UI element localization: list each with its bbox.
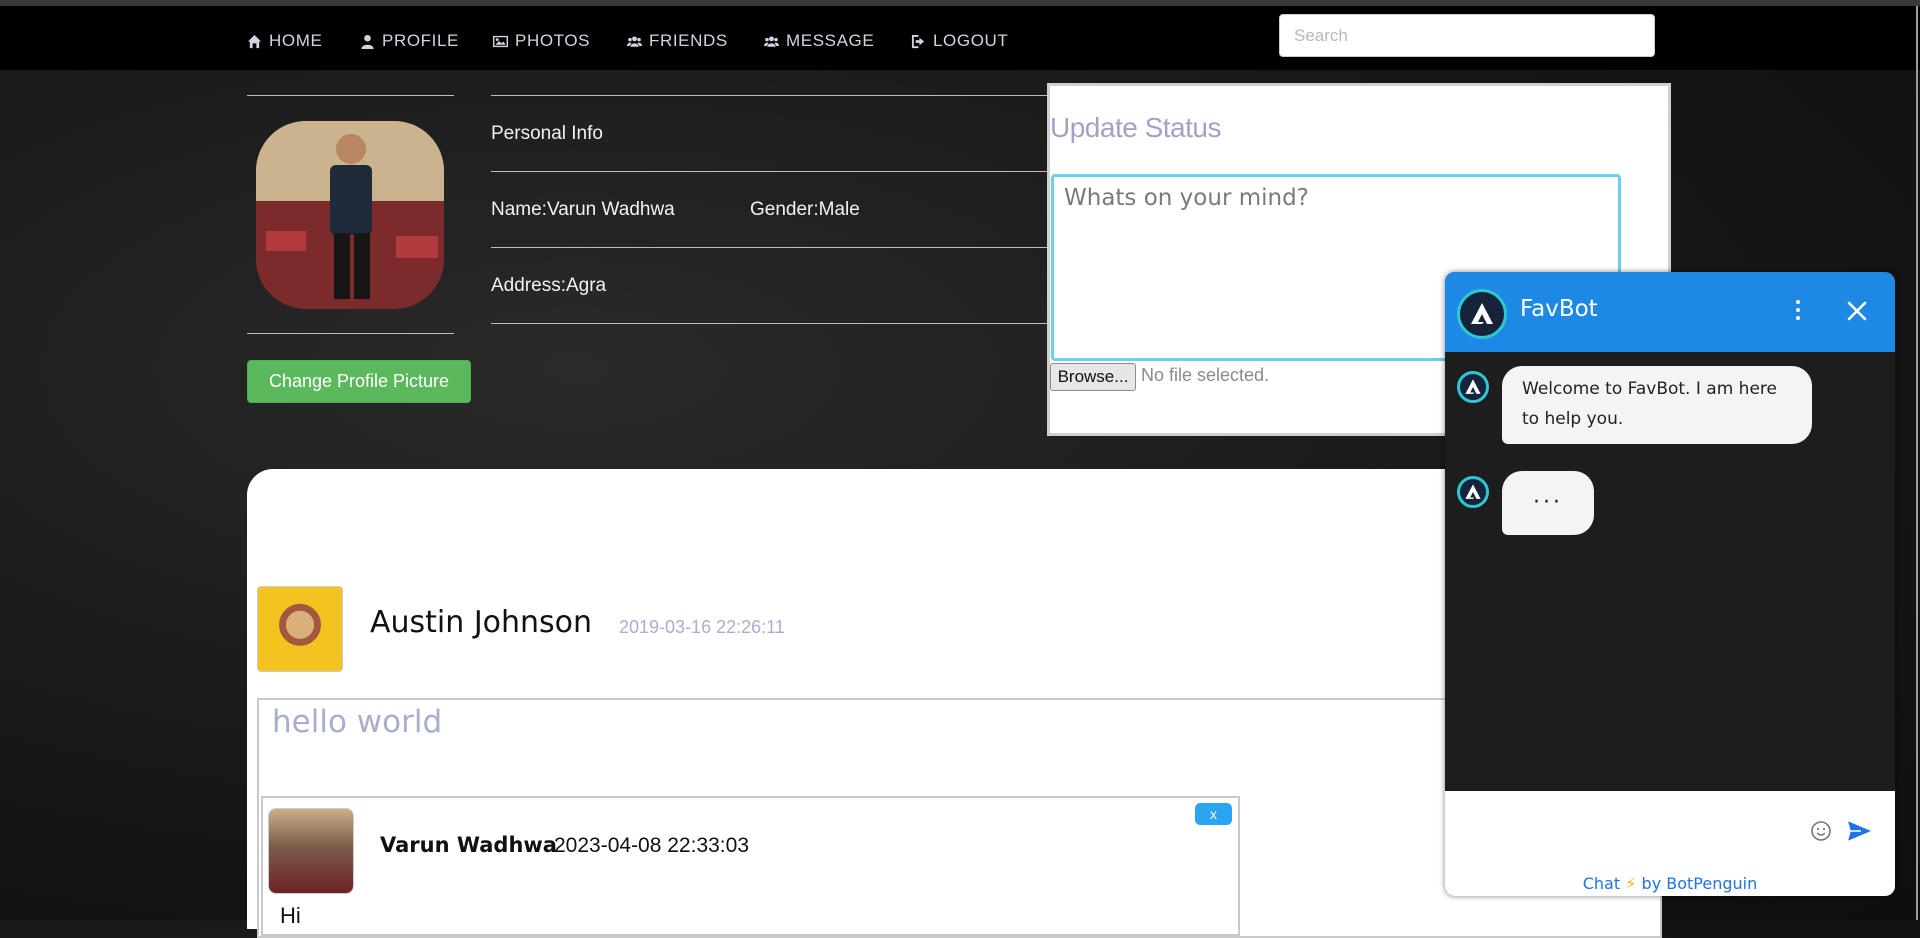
comment-author-avatar[interactable] xyxy=(268,808,354,894)
change-profile-picture-button[interactable]: Change Profile Picture xyxy=(247,360,471,403)
profile-gender: Gender:Male xyxy=(750,199,860,220)
bot-avatar-icon xyxy=(1457,476,1489,508)
user-icon xyxy=(361,34,374,49)
comment-timestamp: 2023-04-08 22:33:03 xyxy=(554,834,749,857)
home-icon xyxy=(247,34,262,48)
chat-input-area: Chat ⚡ by BotPenguin xyxy=(1445,791,1895,896)
nav-logout[interactable]: LOGOUT xyxy=(911,29,1008,53)
info-divider-1 xyxy=(491,95,1051,96)
bot-logo-icon xyxy=(1457,289,1507,339)
lightning-icon: ⚡ xyxy=(1625,874,1637,893)
sign-out-icon xyxy=(911,34,925,48)
post-text: hello world xyxy=(272,704,443,740)
credit-chat-label: Chat xyxy=(1582,874,1621,893)
nav-profile-label: PROFILE xyxy=(382,31,459,50)
nav-home-label: HOME xyxy=(269,31,323,50)
delete-comment-button[interactable]: x xyxy=(1195,803,1232,825)
nav-photos-label: PHOTOS xyxy=(515,31,591,50)
profile-divider-bottom xyxy=(247,333,454,334)
chatbot-credit[interactable]: Chat ⚡ by BotPenguin xyxy=(1445,874,1895,893)
profile-divider-top xyxy=(247,95,454,96)
comment-text: Hi xyxy=(280,903,301,928)
nav-friends[interactable]: FRIENDS xyxy=(627,29,728,53)
nav-logout-label: LOGOUT xyxy=(933,31,1009,50)
profile-photo xyxy=(256,121,444,309)
send-icon[interactable] xyxy=(1845,818,1875,844)
search-input[interactable] xyxy=(1279,14,1655,57)
users-icon xyxy=(627,35,642,47)
chatbot-title: FavBot xyxy=(1520,296,1598,322)
nav-home[interactable]: HOME xyxy=(247,29,322,53)
chatbot-widget: FavBot Welcome to FavBot. I am here to h… xyxy=(1445,272,1895,896)
chatbot-header: FavBot xyxy=(1445,272,1895,352)
comment-author-name[interactable]: Varun Wadhwa xyxy=(380,833,557,857)
personal-info-heading: Personal Info xyxy=(491,123,603,144)
nav-photos[interactable]: PHOTOS xyxy=(493,29,590,53)
typing-indicator-bubble: ··· xyxy=(1502,471,1594,535)
info-divider-3 xyxy=(491,247,1051,248)
bot-message-bubble: Welcome to FavBot. I am here to help you… xyxy=(1502,366,1812,444)
bot-avatar-icon xyxy=(1457,371,1489,403)
credit-brand-label: by BotPenguin xyxy=(1641,874,1758,893)
nav-message[interactable]: MESSAGE xyxy=(764,29,874,53)
comment-box xyxy=(261,796,1240,936)
more-options-icon[interactable] xyxy=(1792,300,1804,324)
navbar: HOME PROFILE PHOTOS FRIENDS MESSAGE LOGO… xyxy=(0,6,1920,70)
post-timestamp: 2019-03-16 22:26:11 xyxy=(619,617,785,637)
profile-address: Address:Agra xyxy=(491,275,607,296)
post-author-name[interactable]: Austin Johnson xyxy=(370,605,592,640)
scrollbar[interactable] xyxy=(1916,6,1918,920)
profile-avatar xyxy=(256,121,444,309)
info-divider-4 xyxy=(491,323,1051,324)
nav-message-label: MESSAGE xyxy=(786,31,875,50)
nav-friends-label: FRIENDS xyxy=(649,31,728,50)
browse-button[interactable]: Browse... xyxy=(1050,363,1136,391)
nav-profile[interactable]: PROFILE xyxy=(360,29,459,53)
chat-message-input[interactable] xyxy=(1455,811,1799,847)
update-status-title: Update Status xyxy=(1050,112,1221,143)
users-icon xyxy=(764,35,779,47)
post-author-avatar[interactable] xyxy=(257,586,343,672)
image-icon xyxy=(493,35,508,47)
close-icon[interactable] xyxy=(1845,299,1869,323)
file-status-text: No file selected. xyxy=(1141,365,1270,385)
profile-name: Name:Varun Wadhwa xyxy=(491,199,675,220)
emoji-icon[interactable] xyxy=(1810,820,1832,842)
info-divider-2 xyxy=(491,171,1051,172)
